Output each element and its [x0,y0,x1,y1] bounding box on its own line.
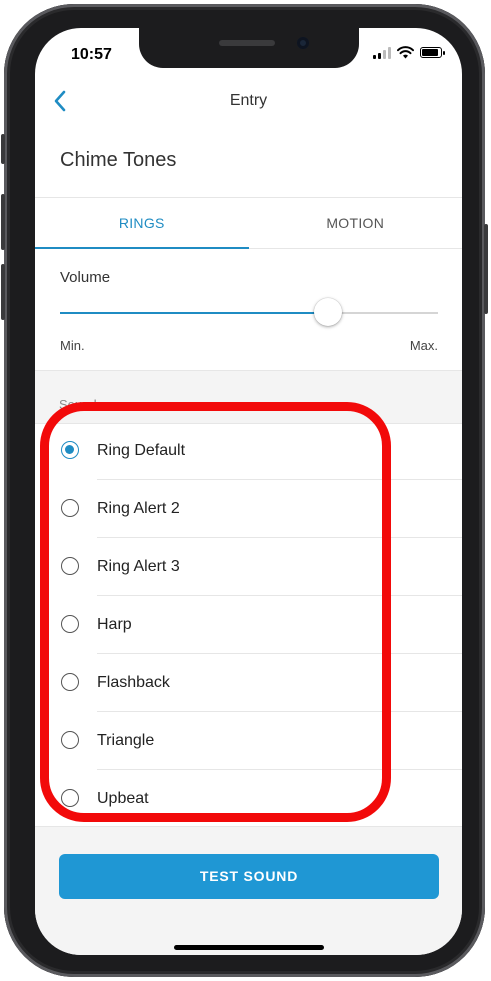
tab-bar: RINGS MOTION [35,198,462,249]
sound-option-label: Upbeat [97,790,149,807]
radio-icon[interactable] [61,731,79,749]
status-time: 10:57 [71,46,112,63]
radio-icon[interactable] [61,673,79,691]
phone-frame: 10:57 Entry Chime Tones RINGS MOTION Vol… [1,4,488,977]
battery-icon [420,47,445,58]
sound-option-label: Ring Alert 2 [97,500,180,517]
sound-list: Ring Default Ring Alert 2 Ring Alert 3 Harp… [35,422,462,828]
volume-max-label: Max. [409,338,438,353]
sound-option[interactable]: Ring Alert 3 [35,538,462,596]
volume-label: Volume [60,269,111,286]
sound-option-label: Ring Alert 3 [97,558,180,575]
volume-down-button [1,264,5,320]
nav-title: Entry [229,92,268,109]
status-icons [373,46,445,59]
radio-icon[interactable] [61,499,79,517]
radio-icon[interactable] [61,615,79,633]
radio-icon[interactable] [61,557,79,575]
test-sound-button[interactable]: TEST SOUND [59,854,439,899]
notch [139,28,359,68]
volume-track-fill [60,312,329,314]
front-camera [297,37,309,49]
sound-option[interactable]: Upbeat [35,770,462,828]
page-title: Chime Tones [60,149,177,171]
sounds-header-label: Sounds [59,397,104,412]
sounds-section-header: Sounds [35,370,462,424]
home-indicator [174,945,324,950]
volume-slider[interactable] [60,298,438,328]
sound-option[interactable]: Harp [35,596,462,654]
volume-min-label: Min. [60,338,85,353]
sound-option-label: Ring Default [97,442,186,459]
sound-option-label: Harp [97,616,132,633]
power-button [484,224,488,314]
volume-up-button [1,194,5,250]
side-button [1,134,5,164]
wifi-icon [397,46,414,59]
radio-icon[interactable] [61,441,79,459]
tab-rings[interactable]: RINGS [35,198,249,249]
volume-slider-thumb[interactable] [314,298,343,326]
sound-option[interactable]: Flashback [35,654,462,712]
sound-option-label: Flashback [97,674,170,691]
cellular-signal-icon [373,46,391,59]
sound-option[interactable]: Triangle [35,712,462,770]
nav-bar: Entry [35,78,462,124]
speaker-grille [219,40,275,46]
sound-option[interactable]: Ring Alert 2 [35,480,462,538]
tab-motion[interactable]: MOTION [249,198,463,248]
radio-icon[interactable] [61,789,79,807]
app-screen: 10:57 Entry Chime Tones RINGS MOTION Vol… [35,28,462,955]
sound-option[interactable]: Ring Default [35,422,462,480]
sound-option-label: Triangle [97,732,155,749]
